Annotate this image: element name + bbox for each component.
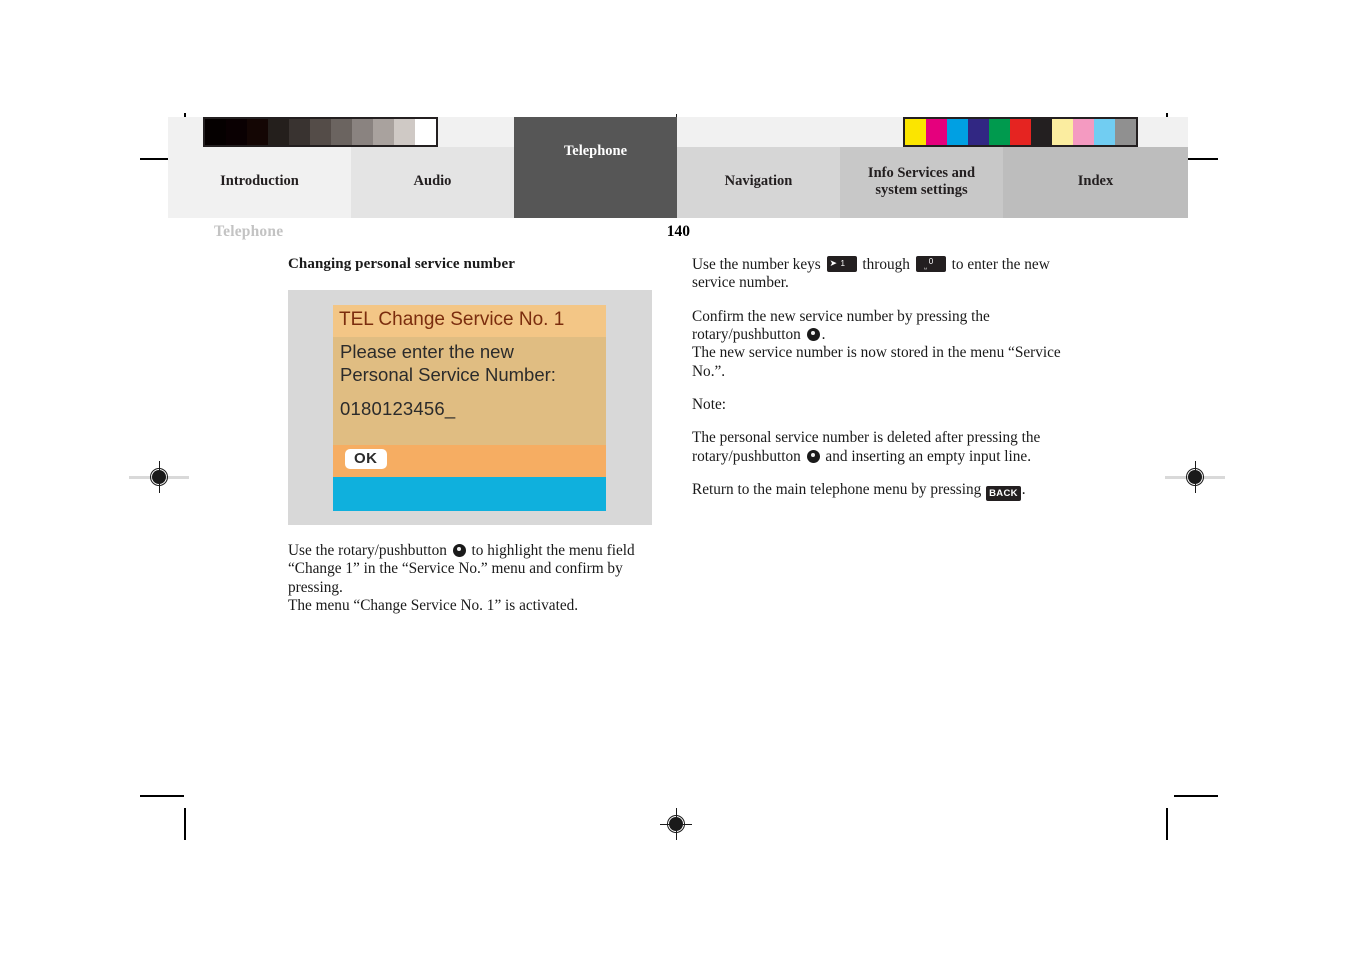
- calibration-swatch: [968, 119, 989, 145]
- paragraph: Use the rotary/pushbutton to highlight t…: [288, 542, 660, 597]
- calibration-swatch: [1094, 119, 1115, 145]
- right-column: Use the number keys ➤ 1 through 0 ␣ to ent…: [692, 256, 1064, 516]
- calibration-swatch: [226, 119, 247, 145]
- crop-mark-bottom-right-vertical: [1166, 808, 1168, 840]
- tab-label: Info Services and system settings: [867, 164, 976, 198]
- tab-label: Audio: [413, 173, 452, 190]
- calibration-swatch: [205, 119, 226, 145]
- calibration-band: [168, 117, 1188, 147]
- calibration-swatch: [926, 119, 947, 145]
- calibration-swatch: [331, 119, 352, 145]
- calibration-swatch: [310, 119, 331, 145]
- paragraph-text: The new service number is now stored in …: [692, 344, 1061, 380]
- page-number: 140: [666, 223, 690, 240]
- paragraph-text: .: [821, 326, 826, 344]
- screen-prompt-line-2: Personal Service Number:: [340, 364, 556, 386]
- tab-label: Navigation: [724, 173, 793, 190]
- calibration-swatch: [947, 119, 968, 145]
- paragraph-text: Use the number keys: [692, 256, 825, 273]
- screen-ok-bar: OK: [333, 445, 606, 477]
- page-content: Telephone 140 Changing personal service …: [168, 218, 1188, 795]
- paragraph: Note:: [692, 396, 1064, 414]
- rotary-pushbutton-icon: [452, 544, 466, 557]
- chapter-tab-bar[interactable]: Introduction Audio Telephone Navigation Info…: [168, 117, 1188, 218]
- paragraph-text: The menu “Change Service No. 1” is activ…: [288, 597, 579, 615]
- tab-introduction[interactable]: Introduction: [168, 147, 351, 218]
- calibration-swatch: [1073, 119, 1094, 145]
- paragraph-text: Confirm the new service number by pressi…: [692, 307, 990, 344]
- tab-navigation[interactable]: Navigation: [677, 147, 840, 218]
- tab-info-services-and[interactable]: Info Services and system settings: [840, 147, 1003, 218]
- paragraph-text: and inserting an empty input line.: [821, 447, 1032, 465]
- calibration-swatch: [1010, 119, 1031, 145]
- rotary-pushbutton-icon: [806, 449, 820, 463]
- calibration-swatch: [989, 119, 1010, 145]
- registration-mark-bottom-center: [660, 808, 692, 840]
- paragraph: The menu “Change Service No. 1” is activ…: [288, 597, 660, 615]
- paragraph: Confirm the new service number by pressi…: [692, 308, 1064, 345]
- running-head: Telephone: [214, 223, 284, 240]
- paragraph-text: Return to the main telephone menu by pre…: [692, 481, 986, 499]
- calibration-swatch: [1052, 119, 1073, 145]
- crop-mark-bottom-left-vertical: [184, 808, 186, 840]
- tab-audio[interactable]: Audio: [351, 147, 514, 218]
- screen-title: TEL Change Service No. 1: [333, 305, 606, 337]
- paragraph-text: .: [1021, 481, 1026, 499]
- paragraph: Use the number keys ➤ 1 through 0 ␣ to ent…: [692, 256, 1064, 293]
- back-key-icon: BACK: [986, 486, 1021, 502]
- screen-input-value: 0180123456_: [340, 397, 456, 419]
- calibration-swatch: [268, 119, 289, 145]
- screen-status-bar: [333, 477, 606, 511]
- page-title: Changing personal service number: [288, 256, 515, 272]
- device-screen: TEL Change Service No. 1 Please enter th…: [333, 305, 606, 511]
- tab-telephone[interactable]: Telephone: [514, 117, 677, 218]
- calibration-swatch: [905, 119, 926, 145]
- calibration-swatch: [394, 119, 415, 145]
- paragraph: The new service number is now stored in …: [692, 344, 1064, 381]
- calibration-swatch: [415, 119, 436, 145]
- paragraph-text: through: [858, 256, 914, 273]
- tab-label: Introduction: [220, 173, 299, 190]
- left-column-paragraphs: Use the rotary/pushbutton to highlight t…: [288, 542, 660, 615]
- device-screenshot-figure: TEL Change Service No. 1 Please enter th…: [288, 290, 652, 525]
- tab-label: Index: [1077, 173, 1114, 190]
- paragraph-text: Note:: [692, 396, 726, 414]
- paragraph: Return to the main telephone menu by pre…: [692, 481, 1064, 502]
- right-column-paragraphs: Use the number keys ➤ 1 through 0 ␣ to ent…: [692, 256, 1064, 502]
- calibration-swatch: [247, 119, 268, 145]
- grayscale-calibration-strip: [203, 117, 438, 147]
- calibration-swatch: [352, 119, 373, 145]
- left-column: Changing personal service number TEL Cha…: [288, 256, 660, 630]
- calibration-swatch: [373, 119, 394, 145]
- rotary-pushbutton-icon: [806, 328, 820, 342]
- screen-prompt-line-1: Please enter the new: [340, 341, 514, 362]
- tab-label: Telephone: [563, 143, 628, 160]
- tab-index[interactable]: Index: [1003, 147, 1188, 218]
- number-key-0-icon: 0 ␣: [915, 256, 946, 272]
- calibration-swatch: [1115, 119, 1136, 145]
- calibration-swatch: [289, 119, 310, 145]
- number-key-1-icon: ➤ 1: [826, 256, 857, 272]
- ok-button[interactable]: OK: [345, 449, 387, 469]
- paragraph: The personal service number is deleted a…: [692, 429, 1064, 466]
- screen-prompt: Please enter the new Personal Service Nu…: [333, 337, 606, 387]
- crop-mark-bottom-right-horizontal: [1174, 795, 1218, 797]
- calibration-swatch: [1031, 119, 1052, 145]
- crop-mark-bottom-left-horizontal: [140, 795, 184, 797]
- paragraph-text: Use the rotary/pushbutton: [288, 542, 451, 559]
- color-calibration-strip: [903, 117, 1138, 147]
